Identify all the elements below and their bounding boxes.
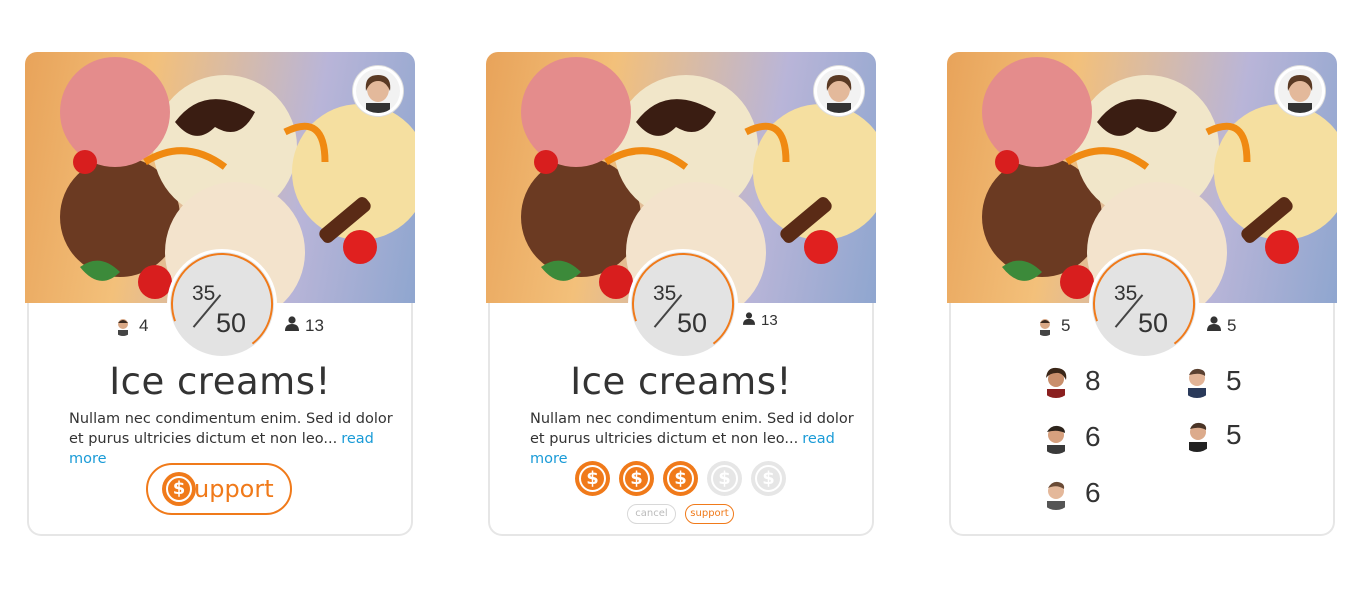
dollar-coin-icon[interactable]: $ <box>663 461 698 496</box>
confirm-support-button[interactable]: support <box>685 504 734 524</box>
funding-progress-ring: 35 50 <box>170 252 274 356</box>
dollar-coin-icon[interactable]: $ <box>619 461 654 496</box>
user-icon <box>1207 316 1221 336</box>
funding-progress-ring: 35 50 <box>631 252 735 356</box>
supporter-avatar <box>1180 364 1214 398</box>
supporter-avatar <box>1039 420 1073 454</box>
funding-progress-ring: 35 50 <box>1092 252 1196 356</box>
dollar-coin-icon: $ <box>162 472 196 506</box>
supporter-item[interactable]: 6 <box>1039 420 1101 454</box>
supporter-amount: 6 <box>1085 421 1101 452</box>
campaign-card-support-select: 35 50 13 Ice creams! Nullam nec condimen… <box>486 52 876 536</box>
campaign-description: Nullam nec condimentum enim. Sed id dolo… <box>530 409 860 469</box>
backer-avatar <box>1035 316 1055 336</box>
supporter-amount: 5 <box>1226 419 1242 450</box>
supporter-item[interactable]: 6 <box>1039 476 1101 510</box>
dollar-coin-icon[interactable]: $ <box>575 461 610 496</box>
followers-stat[interactable]: 13 <box>285 316 324 336</box>
followers-count: 13 <box>761 312 778 329</box>
author-avatar[interactable] <box>353 66 403 116</box>
followers-count: 13 <box>305 316 324 335</box>
supporter-amount: 6 <box>1085 477 1101 508</box>
dollar-coin-icon[interactable]: $ <box>751 461 786 496</box>
campaign-description: Nullam nec condimentum enim. Sed id dolo… <box>69 409 399 469</box>
supporter-item[interactable]: 5 <box>1180 364 1242 398</box>
supporter-item[interactable]: 8 <box>1039 364 1101 398</box>
supporter-amount: 8 <box>1085 365 1101 396</box>
backers-count: 5 <box>1061 316 1071 335</box>
followers-stat[interactable]: 13 <box>743 312 778 329</box>
campaign-title: Ice creams! <box>570 360 792 403</box>
coin-amount-selector: $ $ $ $ $ <box>575 461 786 496</box>
campaign-card-default: 35 50 4 13 Ice creams! Nullam nec condim… <box>25 52 415 536</box>
backers-count: 4 <box>139 316 149 335</box>
user-icon <box>743 312 755 329</box>
backer-avatar <box>113 316 133 336</box>
user-icon <box>285 316 299 336</box>
progress-goal: 50 <box>677 308 708 338</box>
cancel-button[interactable]: cancel <box>627 504 676 524</box>
backers-stat[interactable]: 5 <box>1035 316 1070 336</box>
followers-count: 5 <box>1227 316 1237 335</box>
author-avatar[interactable] <box>814 66 864 116</box>
supporter-avatar <box>1180 418 1214 452</box>
backers-stat[interactable]: 4 <box>113 316 148 336</box>
supporter-avatar <box>1039 364 1073 398</box>
progress-goal: 50 <box>216 308 247 338</box>
supporter-item[interactable]: 5 <box>1180 418 1242 452</box>
campaign-title: Ice creams! <box>109 360 331 403</box>
dollar-coin-icon[interactable]: $ <box>707 461 742 496</box>
support-button[interactable]: $ upport <box>146 463 292 515</box>
supporter-amount: 5 <box>1226 365 1242 396</box>
followers-stat[interactable]: 5 <box>1207 316 1236 336</box>
progress-goal: 50 <box>1138 308 1169 338</box>
supporter-avatar <box>1039 476 1073 510</box>
support-button-label: upport <box>194 475 274 503</box>
campaign-card-supporters: 35 50 5 5 8 5 6 5 6 <box>947 52 1337 536</box>
author-avatar[interactable] <box>1275 66 1325 116</box>
